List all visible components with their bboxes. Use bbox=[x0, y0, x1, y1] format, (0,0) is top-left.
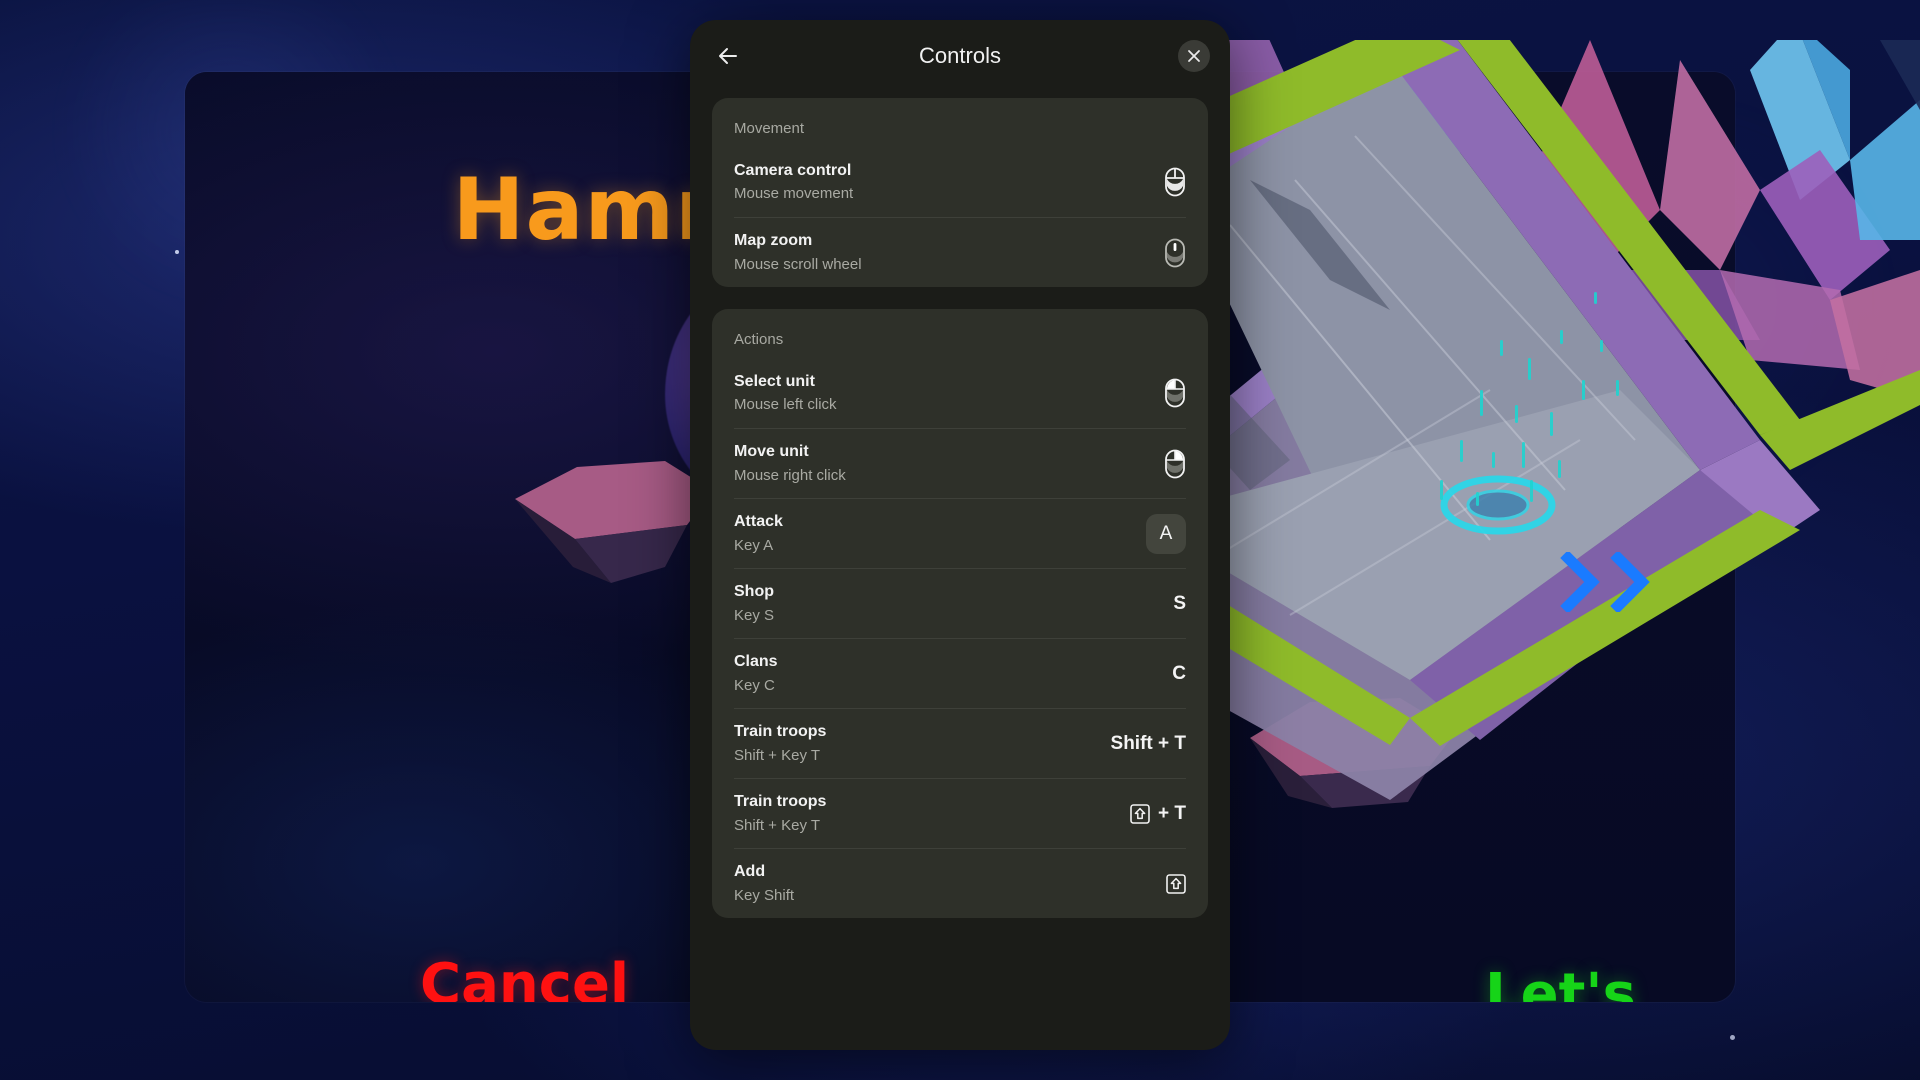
control-row[interactable]: Map zoom Mouse scroll wheel bbox=[734, 217, 1186, 287]
mouse-scroll-icon bbox=[1165, 238, 1185, 267]
mouse-all-icon bbox=[1165, 167, 1185, 197]
star bbox=[175, 250, 179, 254]
control-binding[interactable]: Shift + T bbox=[1111, 733, 1186, 755]
control-row-texts: Shop Key S bbox=[734, 581, 1116, 626]
control-row-texts: Train troops Shift + Key T bbox=[734, 721, 1111, 766]
crystal bbox=[1880, 40, 1920, 110]
control-action-name: Map zoom bbox=[734, 232, 813, 250]
control-action-name: Move unit bbox=[734, 443, 809, 461]
keycap[interactable]: A bbox=[1146, 513, 1186, 554]
control-binding-description: Shift + Key T bbox=[734, 816, 821, 834]
lets-roll-button[interactable]: Let's Roll! bbox=[1485, 962, 1735, 1002]
shift-key-icon bbox=[1166, 873, 1186, 894]
controls-modal: Controls Movement Camera control Mouse mov… bbox=[690, 20, 1230, 1050]
control-binding-description: Mouse left click bbox=[734, 396, 837, 414]
control-binding[interactable]: S bbox=[1116, 593, 1186, 615]
modal-title: Controls bbox=[919, 43, 1001, 68]
star bbox=[1730, 1035, 1735, 1040]
control-row-texts: Map zoom Mouse scroll wheel bbox=[734, 230, 1116, 275]
modal-body: Movement Camera control Mouse movement Map… bbox=[690, 92, 1230, 918]
control-binding[interactable] bbox=[1116, 873, 1186, 894]
shift-key-icon bbox=[1130, 803, 1150, 824]
control-row-texts: Train troops Shift + Key T bbox=[734, 791, 1116, 836]
control-action-name: Clans bbox=[734, 653, 778, 671]
control-row[interactable]: Train troops Shift + Key T Shift + T bbox=[734, 708, 1186, 778]
control-binding-description: Key C bbox=[734, 676, 775, 694]
modal-header: Controls bbox=[690, 20, 1230, 92]
control-binding-description: Mouse scroll wheel bbox=[734, 255, 862, 273]
control-row[interactable]: Train troops Shift + Key T + T bbox=[734, 778, 1186, 848]
control-row[interactable]: Move unit Mouse right click bbox=[734, 428, 1186, 498]
control-binding[interactable]: C bbox=[1116, 663, 1186, 685]
control-row[interactable]: Clans Key C C bbox=[734, 638, 1186, 708]
controls-section-actions: Actions Select unit Mouse left click Move … bbox=[712, 309, 1208, 918]
control-binding-description: Shift + Key T bbox=[734, 746, 821, 764]
key-combo: + T bbox=[1130, 803, 1186, 825]
control-action-name: Train troops bbox=[734, 793, 827, 811]
direction-arrows bbox=[1560, 552, 1650, 612]
chevron-right-icon bbox=[1560, 552, 1600, 612]
control-binding[interactable] bbox=[1116, 238, 1186, 268]
control-row-texts: Clans Key C bbox=[734, 651, 1116, 696]
controls-section-movement: Movement Camera control Mouse movement Map… bbox=[712, 98, 1208, 287]
control-binding[interactable] bbox=[1116, 167, 1186, 197]
key-label: S bbox=[1173, 592, 1186, 614]
control-row-texts: Add Key Shift bbox=[734, 861, 1116, 906]
control-row-texts: Attack Key A bbox=[734, 511, 1116, 556]
back-button[interactable] bbox=[710, 38, 746, 74]
section-label: Movement bbox=[734, 120, 805, 137]
close-icon bbox=[1188, 50, 1200, 62]
control-action-name: Attack bbox=[734, 513, 783, 531]
control-binding[interactable] bbox=[1116, 449, 1186, 479]
control-row[interactable]: Add Key Shift bbox=[734, 848, 1186, 918]
control-action-name: Add bbox=[734, 863, 766, 881]
crystal bbox=[1660, 60, 1760, 270]
control-action-name: Train troops bbox=[734, 723, 827, 741]
control-action-name: Select unit bbox=[734, 372, 815, 390]
control-row[interactable]: Camera control Mouse movement bbox=[734, 147, 1186, 217]
control-row-texts: Camera control Mouse movement bbox=[734, 160, 1116, 205]
control-row[interactable]: Shop Key S S bbox=[734, 568, 1186, 638]
control-binding-description: Key Shift bbox=[734, 886, 795, 904]
control-binding-description: Mouse right click bbox=[734, 466, 846, 484]
key-label: Shift + T bbox=[1110, 732, 1186, 754]
crystal bbox=[1850, 100, 1920, 240]
control-row[interactable]: Select unit Mouse left click bbox=[734, 358, 1186, 428]
control-binding[interactable]: A bbox=[1116, 513, 1186, 554]
control-row[interactable]: Attack Key A A bbox=[734, 498, 1186, 568]
cancel-button[interactable]: Cancel bbox=[420, 952, 629, 1002]
control-binding[interactable]: + T bbox=[1116, 803, 1186, 825]
key-label: C bbox=[1172, 662, 1186, 684]
key-label: + T bbox=[1158, 802, 1186, 824]
control-row-texts: Select unit Mouse left click bbox=[734, 371, 1116, 416]
control-binding-description: Mouse movement bbox=[734, 185, 854, 203]
control-action-name: Camera control bbox=[734, 161, 852, 179]
control-binding[interactable] bbox=[1116, 378, 1186, 408]
control-action-name: Shop bbox=[734, 583, 774, 601]
section-label: Actions bbox=[734, 331, 784, 348]
control-binding-description: Key S bbox=[734, 606, 775, 624]
control-row-texts: Move unit Mouse right click bbox=[734, 441, 1116, 486]
close-button[interactable] bbox=[1178, 40, 1210, 72]
chevron-right-icon bbox=[1610, 552, 1650, 612]
arrow-left-icon bbox=[719, 48, 737, 64]
mouse-left-click-icon bbox=[1165, 378, 1185, 408]
mouse-right-click-icon bbox=[1165, 449, 1185, 478]
control-binding-description: Key A bbox=[734, 536, 774, 554]
